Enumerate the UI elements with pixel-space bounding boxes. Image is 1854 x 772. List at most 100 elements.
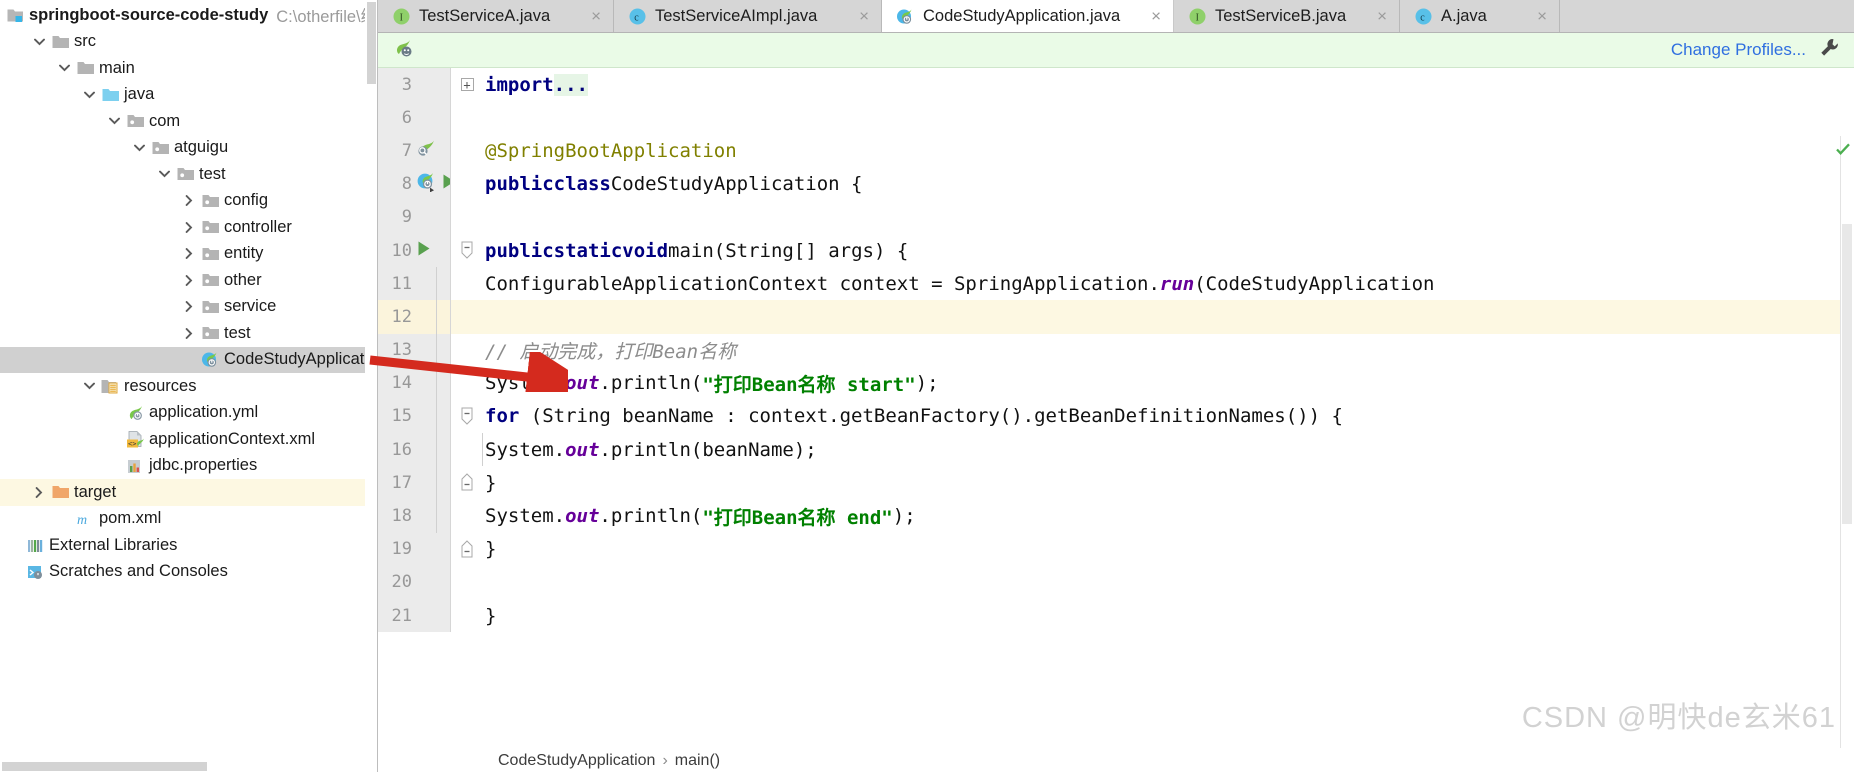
code-line-3[interactable]: 3 + import ... [378,68,1854,102]
tree-row-external-libraries[interactable]: External Libraries [0,532,377,559]
code-line-12[interactable]: 12 [378,300,1854,334]
close-icon[interactable]: × [1151,8,1161,25]
sidebar-horizontal-scrollbar[interactable] [0,761,366,772]
code-line-10[interactable]: 10 public static void main(String[] args… [378,233,1854,268]
fold-column[interactable] [450,532,483,566]
code-editor[interactable]: 3 + import ... 6 7 @SpringBootApplication 8 pub… [378,68,1854,772]
editor-tab-a-java[interactable]: c A.java × [1400,0,1560,32]
gutter-icons[interactable] [416,134,436,167]
gutter-icons[interactable] [416,234,432,267]
gutter[interactable]: 19 [378,532,450,566]
close-icon[interactable]: × [859,8,869,25]
gutter[interactable]: 7 [378,134,450,168]
spring-boot-run-icon[interactable] [416,172,438,197]
fold-column[interactable] [450,101,483,135]
code-line-8[interactable]: 8 public class CodeStudyApplication { [378,167,1854,201]
code-text[interactable] [483,201,1854,234]
change-profiles-link[interactable]: Change Profiles... [1671,40,1806,60]
tree-row-entity[interactable]: entity [0,241,377,268]
inspection-ok-icon[interactable] [1836,142,1850,161]
tree-row-controller[interactable]: controller [0,214,377,241]
editor-tab-testservicea-java[interactable]: I TestServiceA.java × [378,0,614,32]
code-line-21[interactable]: 21} [378,599,1854,633]
fold-column[interactable] [450,267,483,301]
code-text[interactable]: System. out .println("打印Bean名称 end"); [436,499,1854,533]
tree-row-src[interactable]: src [0,29,377,56]
sidebar-horizontal-scroll-thumb[interactable] [2,762,207,771]
breadcrumb-method[interactable]: main() [675,752,720,770]
editor-tab-testserviceb-java[interactable]: I TestServiceB.java × [1174,0,1400,32]
chevron-down-icon[interactable] [79,382,99,390]
code-line-11[interactable]: 11 ConfigurableApplicationContext contex… [378,267,1854,301]
code-line-18[interactable]: 18 System. out .println("打印Bean名称 end"); [378,499,1854,533]
gutter[interactable]: 13 [378,333,450,367]
fold-column[interactable] [450,565,483,599]
editor-tab-testserviceaimpl-java[interactable]: c TestServiceAImpl.java × [614,0,882,32]
run-icon[interactable] [416,240,432,262]
chevron-right-icon[interactable] [29,486,49,498]
code-text[interactable]: System. out .println("打印Bean名称 start"); [436,366,1854,400]
chevron-down-icon[interactable] [129,144,149,152]
code-line-13[interactable]: 13 // 启动完成，打印Bean名称 [378,333,1854,367]
code-text[interactable] [483,101,1854,134]
fold-expand-icon[interactable]: + [460,78,474,92]
gutter[interactable]: 6 [378,101,450,135]
code-line-16[interactable]: 16 System. out .println(beanName); [378,433,1854,467]
code-line-14[interactable]: 14 System. out .println("打印Bean名称 start"); [378,366,1854,400]
project-tool-window[interactable]: springboot-source-code-study C:\otherfil… [0,0,378,772]
tree-row-jdbc-properties[interactable]: jdbc.properties [0,453,377,480]
code-text[interactable]: import ... [483,68,1854,101]
tree-row-com[interactable]: com [0,108,377,135]
code-text[interactable] [436,300,1854,334]
fold-column[interactable] [450,599,483,633]
editor-vertical-scroll-thumb[interactable] [1842,224,1852,524]
project-tree[interactable]: springboot-source-code-study C:\otherfil… [0,0,377,585]
gutter[interactable]: 18 [378,499,450,533]
chevron-down-icon[interactable] [54,64,74,72]
code-text[interactable]: } [436,466,1854,500]
tree-row-scratches-and-consoles[interactable]: Scratches and Consoles [0,559,377,586]
tree-row-resources[interactable]: resources [0,373,377,400]
gutter[interactable]: 20 [378,565,450,599]
code-text[interactable]: @SpringBootApplication [483,134,1854,167]
gutter[interactable]: 17 [378,466,450,500]
gutter[interactable]: 11 [378,267,450,301]
breadcrumb[interactable]: CodeStudyApplication › main() [378,748,1854,772]
tree-row-pom-xml[interactable]: m pom.xml [0,506,377,533]
gutter[interactable]: 21 [378,599,450,633]
code-text[interactable]: ConfigurableApplicationContext context =… [436,267,1854,301]
fold-column[interactable] [450,233,483,268]
gutter[interactable]: 15 [378,399,450,434]
code-text[interactable]: System. out .println(beanName); [436,433,1854,467]
fold-column[interactable] [450,499,483,533]
close-icon[interactable]: × [1377,8,1387,25]
chevron-down-icon[interactable] [154,170,174,178]
tree-row-application-yml[interactable]: application.yml [0,400,377,427]
chevron-right-icon[interactable] [179,221,199,233]
tree-row-target[interactable]: target [0,479,377,506]
fold-column[interactable] [450,399,483,434]
tree-row-java[interactable]: java [0,82,377,109]
tree-row-service[interactable]: service [0,294,377,321]
code-text[interactable]: public class CodeStudyApplication { [483,168,1854,201]
editor-tab-codestudyapplication-java[interactable]: CodeStudyApplication.java × [882,0,1174,32]
code-text[interactable]: } [483,599,1854,632]
chevron-down-icon[interactable] [104,117,124,125]
chevron-down-icon[interactable] [79,91,99,99]
breadcrumb-class[interactable]: CodeStudyApplication [498,752,655,770]
gutter[interactable]: 14 [378,366,450,400]
code-line-17[interactable]: 17 } [378,466,1854,500]
code-text[interactable] [483,566,1854,599]
tree-row-test[interactable]: test [0,161,377,188]
fold-column[interactable] [450,300,483,334]
code-line-6[interactable]: 6 [378,101,1854,135]
close-icon[interactable]: × [1537,8,1547,25]
gutter[interactable]: 3 [378,68,450,102]
tree-row-other[interactable]: other [0,267,377,294]
code-text[interactable]: for (String beanName : context.getBeanFa… [436,399,1854,434]
editor-marker-strip[interactable] [1836,136,1854,772]
fold-column[interactable] [450,200,483,234]
chevron-right-icon[interactable] [179,327,199,339]
code-text[interactable]: public static void main(String[] args) { [483,234,1854,267]
tree-row-main[interactable]: main [0,55,377,82]
